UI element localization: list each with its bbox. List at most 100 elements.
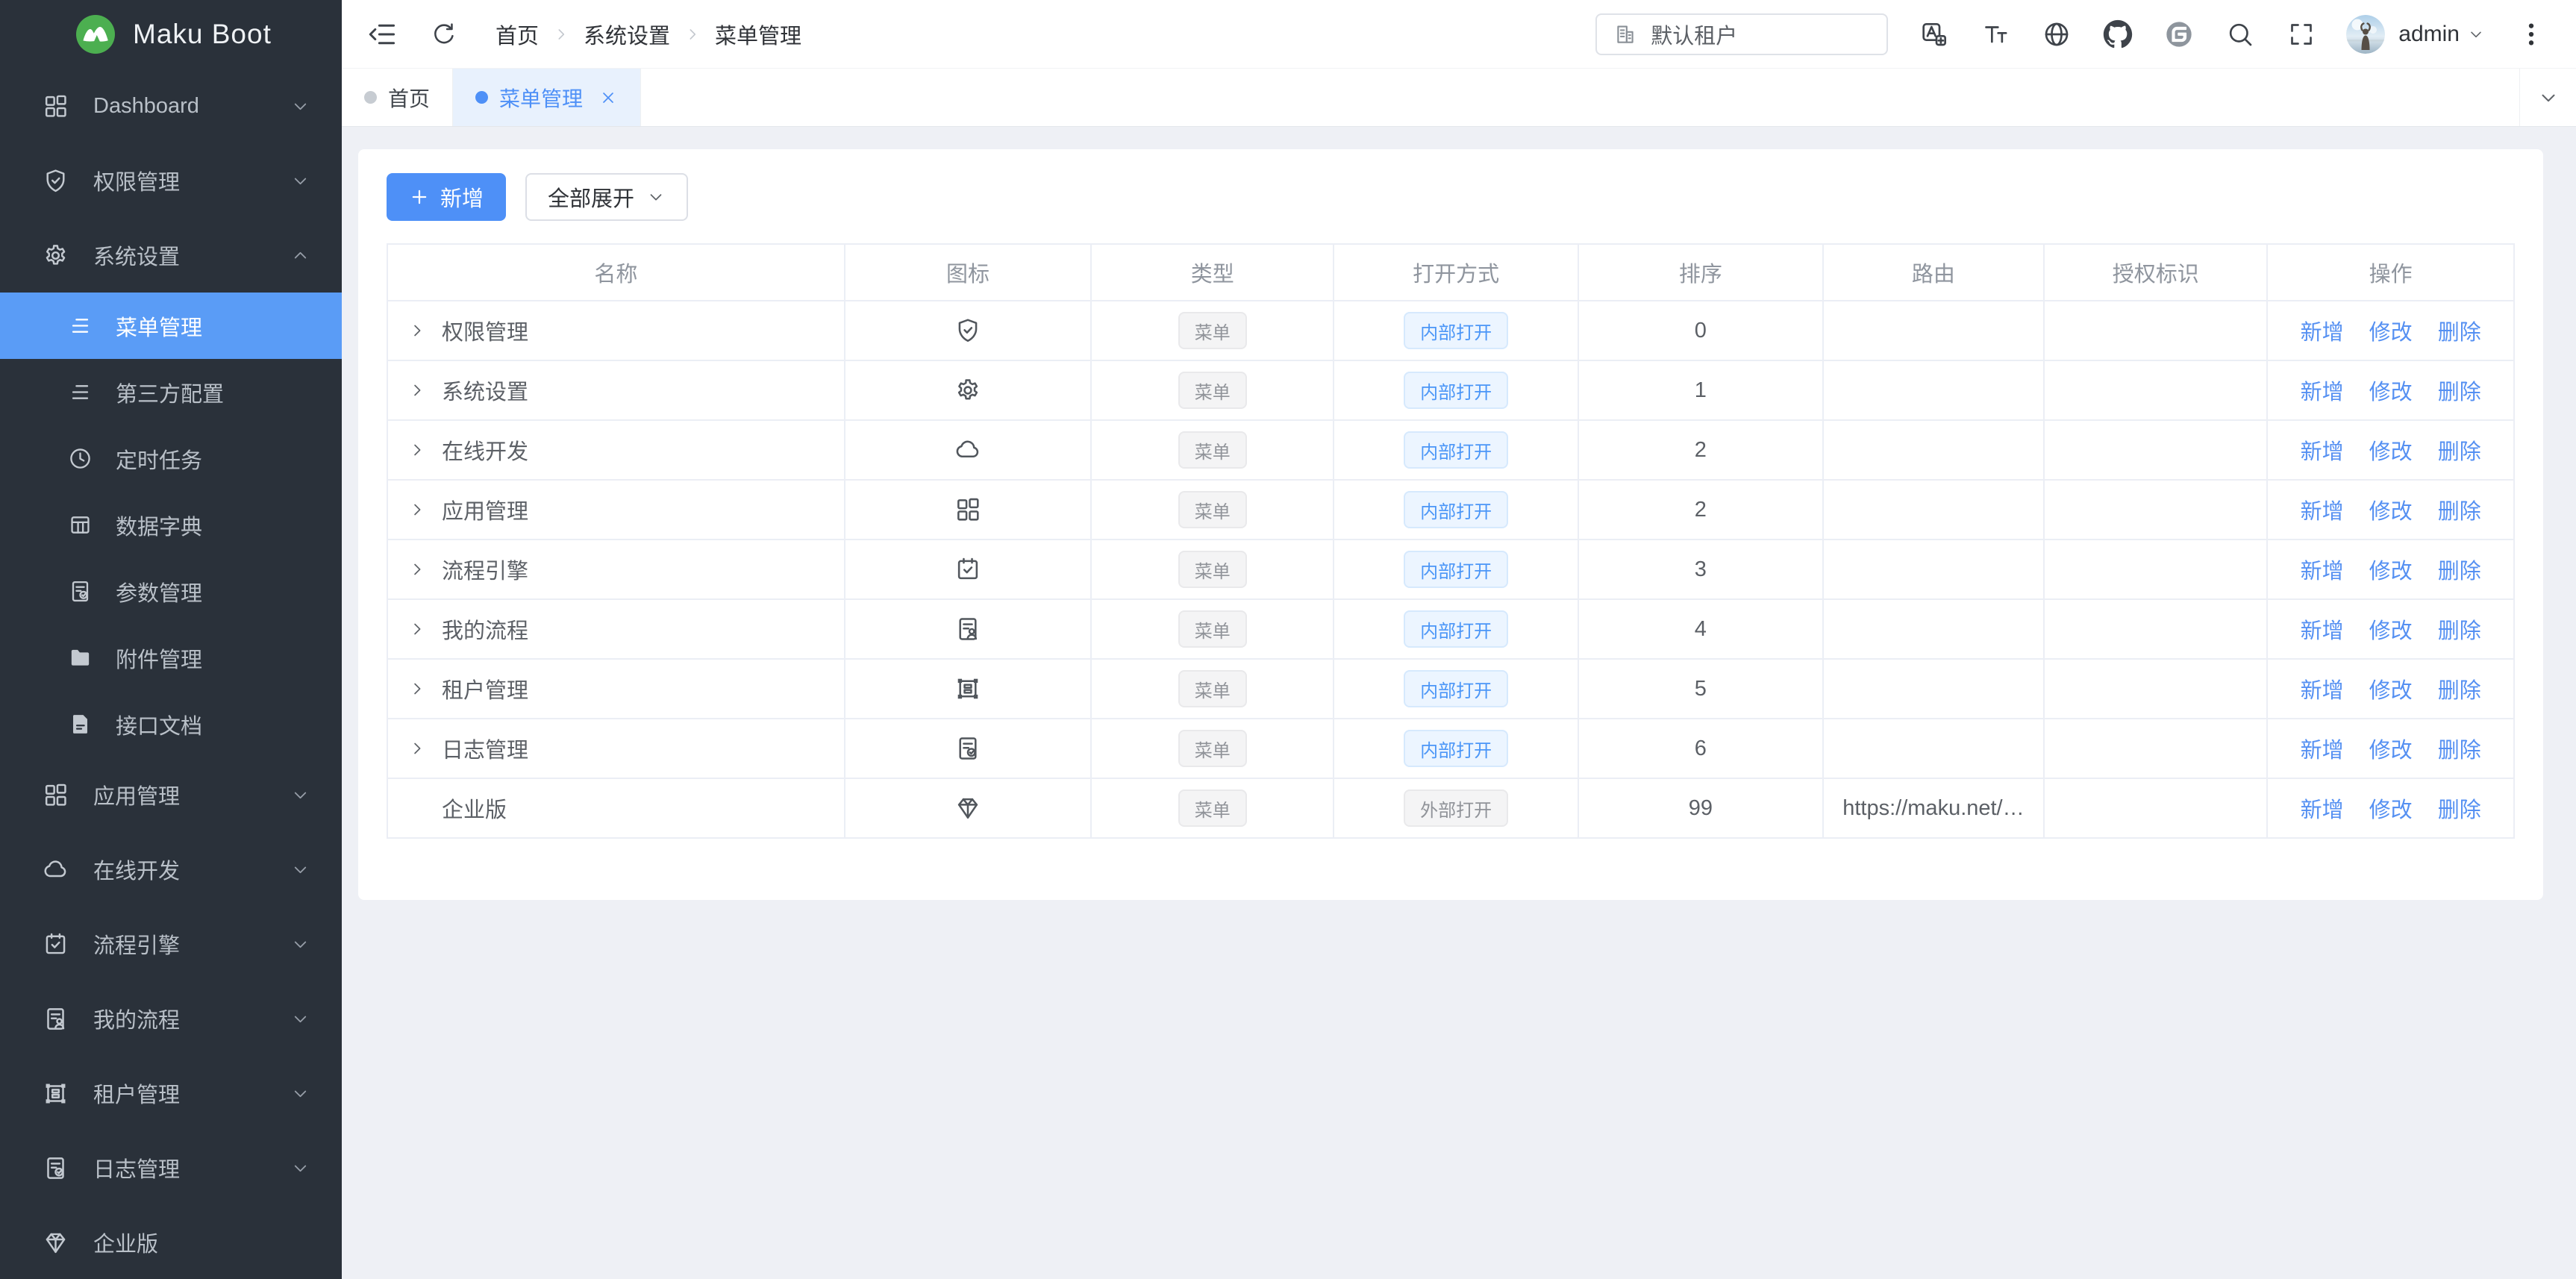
font-size-icon[interactable]	[1981, 19, 2010, 49]
row-action-新增[interactable]: 新增	[2301, 613, 2344, 645]
tab-bar: 首页 菜单管理	[342, 69, 2576, 127]
expand-row-icon[interactable]	[407, 500, 427, 519]
sidebar-subitem-菜单管理[interactable]: 菜单管理	[0, 293, 342, 359]
row-action-新增[interactable]: 新增	[2301, 554, 2344, 585]
user-menu[interactable]: admin	[2346, 15, 2485, 54]
row-action-删除[interactable]: 删除	[2438, 375, 2481, 406]
app-logo[interactable]: Maku Boot	[0, 0, 342, 69]
expand-row-icon[interactable]	[407, 739, 427, 758]
row-action-删除[interactable]: 删除	[2438, 434, 2481, 466]
menu-lines-icon	[67, 379, 93, 405]
fullscreen-icon[interactable]	[2286, 19, 2316, 49]
chevron-down-icon	[646, 187, 666, 207]
sidebar-item-流程引擎[interactable]: 流程引擎	[0, 907, 342, 981]
expand-row-icon[interactable]	[407, 381, 427, 400]
row-actions: 新增修改删除	[2268, 375, 2513, 406]
sidebar: Maku Boot Dashboard 权限管理 系统设置 菜单管理 第三方配置…	[0, 0, 342, 1279]
sidebar-subitem-第三方配置[interactable]: 第三方配置	[0, 359, 342, 425]
row-action-新增[interactable]: 新增	[2301, 375, 2344, 406]
row-action-修改[interactable]: 修改	[2369, 554, 2413, 585]
sort-value: 99	[1689, 796, 1713, 820]
expand-all-button[interactable]: 全部展开	[525, 173, 688, 221]
chevron-down-icon	[290, 1158, 310, 1178]
grid-icon	[954, 495, 982, 524]
kebab-menu-icon[interactable]	[2516, 19, 2546, 49]
expand-row-icon[interactable]	[407, 619, 427, 639]
sidebar-item-系统设置[interactable]: 系统设置	[0, 218, 342, 293]
row-action-删除[interactable]: 删除	[2438, 613, 2481, 645]
sidebar-subitem-接口文档[interactable]: 接口文档	[0, 691, 342, 757]
open-mode-tag: 内部打开	[1404, 670, 1508, 707]
add-button[interactable]: 新增	[387, 173, 506, 221]
row-action-修改[interactable]: 修改	[2369, 733, 2413, 764]
github-icon[interactable]	[2103, 19, 2133, 49]
main-area: 首页系统设置菜单管理 默认租户	[342, 0, 2576, 1279]
sidebar-item-权限管理[interactable]: 权限管理	[0, 143, 342, 218]
close-tab-icon[interactable]	[598, 88, 618, 107]
tabs-dropdown-button[interactable]	[2519, 69, 2576, 126]
globe-icon[interactable]	[2042, 19, 2072, 49]
row-action-删除[interactable]: 删除	[2438, 792, 2481, 824]
sidebar-item-Dashboard[interactable]: Dashboard	[0, 69, 342, 143]
sidebar-subitem-数据字典[interactable]: 数据字典	[0, 492, 342, 558]
row-action-删除[interactable]: 删除	[2438, 733, 2481, 764]
row-action-修改[interactable]: 修改	[2369, 315, 2413, 346]
breadcrumb-item[interactable]: 菜单管理	[715, 19, 801, 50]
breadcrumb-item[interactable]: 首页	[495, 19, 539, 50]
type-tag: 菜单	[1178, 431, 1247, 469]
sidebar-subitem-参数管理[interactable]: 参数管理	[0, 558, 342, 625]
sidebar-fold-icon[interactable]	[366, 18, 398, 51]
row-action-删除[interactable]: 删除	[2438, 494, 2481, 525]
row-action-新增[interactable]: 新增	[2301, 733, 2344, 764]
cloud-icon	[954, 436, 982, 464]
row-action-修改[interactable]: 修改	[2369, 494, 2413, 525]
expand-all-label: 全部展开	[548, 181, 634, 213]
tenant-select-value: 默认租户	[1651, 19, 1737, 50]
sort-value: 1	[1695, 378, 1707, 402]
sidebar-item-在线开发[interactable]: 在线开发	[0, 832, 342, 907]
row-action-修改[interactable]: 修改	[2369, 375, 2413, 406]
breadcrumb: 首页 系统设置 菜单管理	[495, 19, 801, 50]
doc-check-icon	[954, 734, 982, 763]
row-action-新增[interactable]: 新增	[2301, 434, 2344, 466]
sidebar-item-租户管理[interactable]: 租户管理	[0, 1056, 342, 1131]
row-actions: 新增修改删除	[2268, 554, 2513, 585]
sidebar-item-label: 权限管理	[93, 165, 290, 196]
sidebar-subitem-定时任务[interactable]: 定时任务	[0, 425, 342, 492]
sidebar-item-我的流程[interactable]: 我的流程	[0, 981, 342, 1056]
expand-row-icon[interactable]	[407, 440, 427, 460]
open-mode-tag: 内部打开	[1404, 551, 1508, 588]
row-action-删除[interactable]: 删除	[2438, 673, 2481, 704]
row-action-修改[interactable]: 修改	[2369, 792, 2413, 824]
row-action-新增[interactable]: 新增	[2301, 315, 2344, 346]
column-header: 打开方式	[1334, 244, 1578, 301]
row-action-新增[interactable]: 新增	[2301, 673, 2344, 704]
tab-菜单管理[interactable]: 菜单管理	[453, 69, 641, 126]
tab-首页[interactable]: 首页	[342, 69, 453, 126]
row-action-删除[interactable]: 删除	[2438, 554, 2481, 585]
menu-name: 在线开发	[442, 434, 528, 466]
translate-icon[interactable]	[1919, 19, 1949, 49]
sidebar-subitem-附件管理[interactable]: 附件管理	[0, 625, 342, 691]
row-action-修改[interactable]: 修改	[2369, 613, 2413, 645]
sidebar-item-企业版[interactable]: 企业版	[0, 1205, 342, 1279]
breadcrumb-item[interactable]: 系统设置	[584, 19, 670, 50]
row-action-新增[interactable]: 新增	[2301, 494, 2344, 525]
sidebar-item-日志管理[interactable]: 日志管理	[0, 1131, 342, 1205]
expand-row-icon[interactable]	[407, 321, 427, 340]
search-icon[interactable]	[2225, 19, 2255, 49]
refresh-icon[interactable]	[430, 20, 458, 49]
gitee-icon[interactable]	[2164, 19, 2194, 49]
open-mode-tag: 外部打开	[1404, 789, 1508, 827]
table-row: 权限管理 菜单 内部打开 0 新增修改删除	[387, 301, 2514, 360]
sidebar-subitem-label: 参数管理	[116, 576, 202, 607]
expand-row-icon[interactable]	[407, 560, 427, 579]
row-action-修改[interactable]: 修改	[2369, 434, 2413, 466]
row-action-修改[interactable]: 修改	[2369, 673, 2413, 704]
row-action-新增[interactable]: 新增	[2301, 792, 2344, 824]
expand-row-icon[interactable]	[407, 679, 427, 698]
tenant-select[interactable]: 默认租户	[1595, 13, 1888, 55]
sidebar-item-应用管理[interactable]: 应用管理	[0, 757, 342, 832]
column-header: 操作	[2267, 244, 2514, 301]
row-action-删除[interactable]: 删除	[2438, 315, 2481, 346]
